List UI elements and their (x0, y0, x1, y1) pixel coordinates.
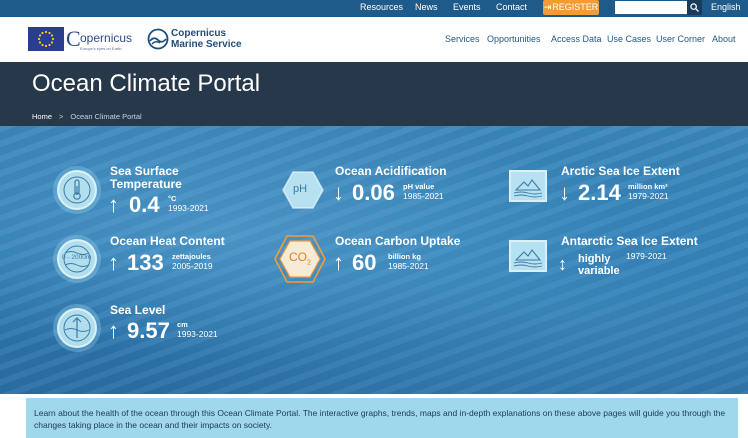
ocu-unit: billion kg (388, 252, 421, 261)
sst-unit: °C (168, 194, 177, 203)
search-button[interactable] (687, 0, 702, 15)
copernicus-logo-word: opernicus (80, 31, 133, 45)
oa-value: 0.06 (352, 180, 395, 205)
register-button[interactable]: ⇥REGISTER (543, 0, 599, 15)
arctic-title[interactable]: Arctic Sea Ice Extent (561, 165, 680, 178)
arctic-value: 2.14 (578, 180, 621, 205)
arctic-unit: million km² (628, 182, 668, 191)
antarctic-period: 1979-2021 (626, 251, 667, 261)
breadcrumb-current: Ocean Climate Portal (70, 112, 142, 121)
ohc-title[interactable]: Ocean Heat Content (110, 235, 225, 248)
topbar-link-contact[interactable]: Contact (496, 2, 527, 12)
cms-logo-line1: Copernicus (171, 28, 227, 39)
thermometer-icon[interactable] (57, 170, 97, 210)
wave-logo-icon (147, 28, 169, 50)
sl-title[interactable]: Sea Level (110, 304, 165, 317)
copernicus-tagline: Europe's eyes on Earth (80, 46, 122, 51)
ocu-icon-sub: 2 (307, 259, 311, 267)
eu-stars-icon (37, 30, 55, 48)
antarctic-text-line1: highly (578, 253, 611, 265)
oa-unit: pH value (403, 182, 435, 191)
intro-info-box: Learn about the health of the ocean thro… (26, 398, 738, 438)
login-arrow-icon: ⇥ (543, 2, 552, 12)
oa-period: 1985-2021 (403, 191, 444, 201)
copernicus-logo-letter: C (66, 26, 81, 51)
search-icon (690, 3, 699, 12)
search-input[interactable] (615, 1, 687, 14)
copernicus-logo[interactable]: C opernicus Europe's eyes on Earth (66, 26, 138, 53)
antarctic-title[interactable]: Antarctic Sea Ice Extent (561, 235, 698, 248)
nav-user-corner[interactable]: User Corner (656, 34, 705, 44)
ohc-value: 133 (127, 250, 164, 275)
sl-unit: cm (177, 320, 188, 329)
sl-value: 9.57 (127, 318, 170, 343)
sst-up-arrow-icon: ↑ (108, 192, 119, 217)
cms-logo-line2: Marine Service (171, 39, 242, 50)
top-bar: Resources News Events Contact ⇥REGISTER … (0, 0, 748, 17)
sst-value: 0.4 (129, 192, 160, 217)
site-header: C opernicus Europe's eyes on Earth Coper… (0, 17, 748, 62)
ocean-indicators-hero: Sea Surface Temperature ↑ 0.4 °C 1993-20… (0, 126, 748, 394)
ohc-up-arrow-icon: ↑ (108, 250, 119, 275)
sl-up-arrow-icon: ↑ (108, 318, 119, 343)
ocu-value: 60 (352, 250, 377, 275)
register-label: REGISTER (552, 2, 599, 12)
ohc-period: 2005-2019 (172, 261, 213, 271)
ocu-title[interactable]: Ocean Carbon Uptake (335, 235, 460, 248)
topbar-link-news[interactable]: News (415, 2, 438, 12)
sl-period: 1993-2021 (177, 329, 218, 339)
topbar-link-events[interactable]: Events (453, 2, 481, 12)
sea-level-icon[interactable] (57, 308, 97, 348)
antarctic-text-line2: variable (578, 265, 620, 277)
breadcrumb-home[interactable]: Home (32, 112, 52, 121)
ohc-icon-label: 0 - 2000m (62, 254, 92, 261)
nav-services[interactable]: Services (445, 34, 480, 44)
breadcrumb-separator: > (59, 112, 64, 121)
nav-use-cases[interactable]: Use Cases (607, 34, 651, 44)
language-selector[interactable]: English (711, 2, 741, 12)
oa-icon-label: pH (293, 183, 308, 195)
marine-service-logo[interactable]: Copernicus Marine Service (147, 27, 247, 53)
topbar-link-resources[interactable]: Resources (360, 2, 403, 12)
breadcrumb: Home > Ocean Climate Portal (32, 112, 142, 121)
arctic-down-arrow-icon: ↓ (559, 180, 570, 205)
oa-title[interactable]: Ocean Acidification (335, 165, 447, 178)
page-title: Ocean Climate Portal (32, 70, 261, 97)
sst-title-line2[interactable]: Temperature (110, 178, 182, 191)
ocu-period: 1985-2021 (388, 261, 429, 271)
antarctic-ice-icon[interactable] (509, 240, 547, 272)
arctic-ice-icon[interactable] (509, 170, 547, 202)
arctic-period: 1979-2021 (628, 191, 669, 201)
sst-period: 1993-2021 (168, 203, 209, 213)
ocu-icon-label: CO2 (289, 250, 311, 266)
oa-down-arrow-icon: ↓ (333, 180, 344, 205)
nav-about[interactable]: About (712, 34, 736, 44)
nav-opportunities[interactable]: Opportunities (487, 34, 541, 44)
antarctic-updown-arrow-icon: ↕ (558, 254, 567, 274)
ohc-unit: zettajoules (172, 252, 211, 261)
depth-icon[interactable]: 0 - 2000m (57, 239, 97, 279)
ocu-icon-co: CO (289, 250, 307, 264)
nav-access-data[interactable]: Access Data (551, 34, 602, 44)
eu-flag-logo[interactable] (28, 27, 64, 51)
ocu-up-arrow-icon: ↑ (333, 250, 344, 275)
intro-text: Learn about the health of the ocean thro… (34, 408, 726, 430)
